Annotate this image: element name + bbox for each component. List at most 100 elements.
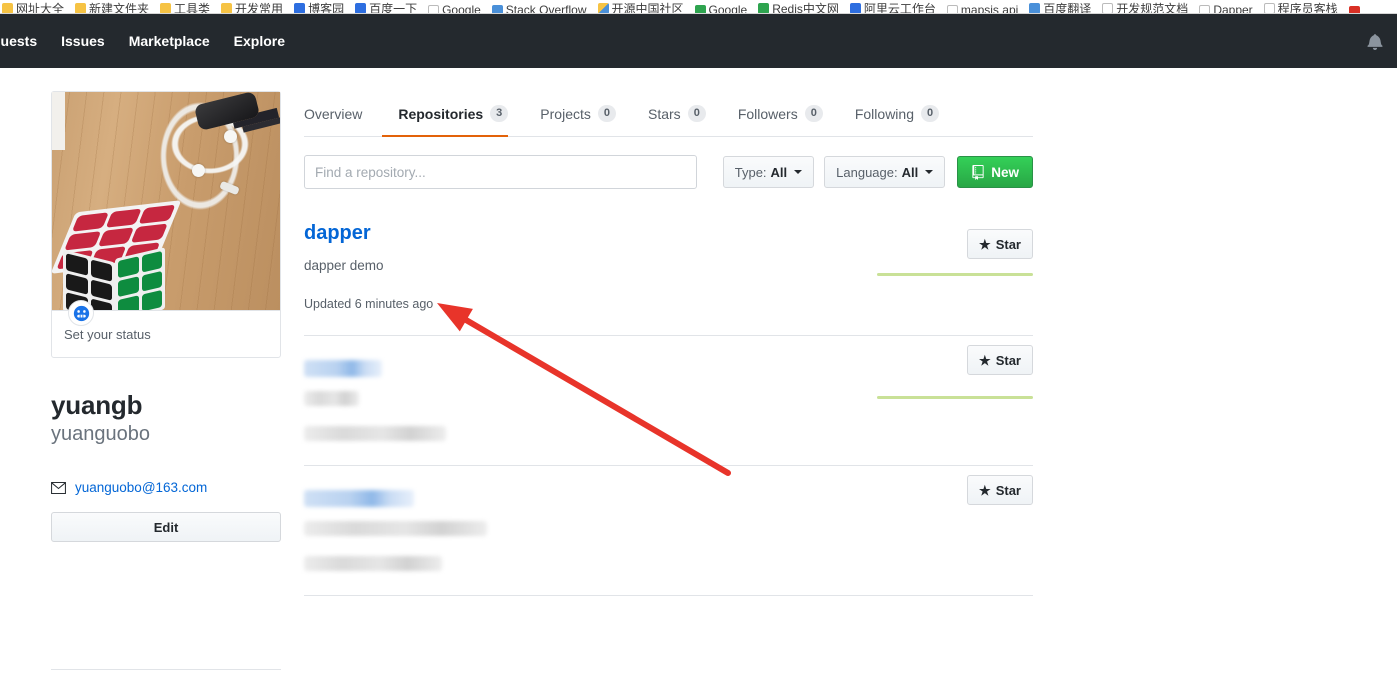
star-icon: ★ bbox=[979, 352, 991, 368]
bookmark-item[interactable] bbox=[1348, 6, 1363, 13]
earbud-shape bbox=[192, 164, 205, 177]
github-header: quests Issues Marketplace Explore bbox=[0, 14, 1397, 68]
tab-label: Stars bbox=[648, 105, 681, 122]
tab-label: Repositories bbox=[398, 105, 484, 122]
bookmark-item[interactable]: 百度一下 bbox=[355, 0, 418, 14]
search-input[interactable] bbox=[304, 155, 697, 189]
nav-explore[interactable]: Explore bbox=[234, 33, 285, 49]
bookmark-label: Stack Overflow bbox=[505, 3, 587, 14]
repo-filter-bar: Type: All Language: All New bbox=[304, 155, 1033, 189]
profile-name: yuangb bbox=[51, 390, 143, 420]
browser-bookmarks-bar[interactable]: 网址大全 新建文件夹 工具类 开发常用 博客园 百度一下 Google Stac… bbox=[0, 0, 1397, 14]
type-filter-value: All bbox=[770, 164, 788, 180]
language-filter-button[interactable]: Language: All bbox=[824, 156, 946, 188]
bookmark-item[interactable]: 网址大全 bbox=[2, 0, 65, 14]
star-button[interactable]: ★ Star bbox=[967, 345, 1033, 375]
bookmark-label: 工具类 bbox=[174, 2, 211, 14]
repository-name-redacted[interactable] bbox=[304, 490, 414, 507]
header-nav: quests Issues Marketplace Explore bbox=[0, 33, 285, 49]
bookmark-item[interactable]: 开源中国社区 bbox=[597, 0, 684, 14]
bookmark-item[interactable]: 阿里云工作台 bbox=[849, 0, 936, 13]
folder-icon bbox=[2, 3, 13, 13]
bookmark-item[interactable]: Stack Overflow bbox=[491, 3, 587, 14]
tab-projects[interactable]: Projects 0 bbox=[524, 105, 632, 136]
repository-name-link[interactable]: dapper bbox=[304, 221, 371, 245]
avatar[interactable] bbox=[52, 92, 280, 310]
tab-counter: 0 bbox=[687, 105, 706, 122]
tab-followers[interactable]: Followers 0 bbox=[722, 105, 839, 136]
bookmark-item[interactable]: Redis中文网 bbox=[758, 0, 839, 13]
cube-right-face bbox=[115, 247, 165, 310]
chevron-down-icon bbox=[925, 170, 934, 174]
bookmark-label: Google bbox=[442, 3, 481, 14]
profile-page: Set your status yuangb yuanguobo yuanguo… bbox=[0, 68, 1397, 680]
site-icon bbox=[294, 3, 306, 13]
chevron-down-icon bbox=[794, 170, 803, 174]
repo-icon bbox=[971, 164, 985, 180]
star-button[interactable]: ★ Star bbox=[967, 475, 1033, 505]
nav-marketplace[interactable]: Marketplace bbox=[129, 33, 210, 49]
site-icon bbox=[1102, 3, 1114, 13]
tab-label: Overview bbox=[304, 106, 363, 122]
site-icon bbox=[355, 3, 367, 13]
bookmark-item[interactable]: Google bbox=[428, 3, 481, 14]
folder-icon bbox=[160, 3, 172, 13]
repository-list: dapper dapper demo Updated 6 minutes ago… bbox=[304, 211, 1033, 596]
profile-email-row: yuanguobo@163.com bbox=[51, 480, 281, 495]
set-status-label: Set your status bbox=[64, 327, 151, 342]
tab-stars[interactable]: Stars 0 bbox=[632, 105, 722, 136]
language-bar bbox=[877, 273, 1033, 276]
bookmark-item[interactable]: 程序员客栈 bbox=[1263, 0, 1338, 13]
bookmark-item[interactable]: 新建文件夹 bbox=[75, 0, 149, 13]
tab-following[interactable]: Following 0 bbox=[839, 105, 955, 136]
site-icon bbox=[758, 3, 770, 13]
tab-repositories[interactable]: Repositories 3 bbox=[382, 105, 524, 137]
profile-email-link[interactable]: yuanguobo@163.com bbox=[75, 480, 207, 495]
bookmark-label: 开源中国社区 bbox=[611, 2, 684, 14]
tab-overview[interactable]: Overview bbox=[304, 106, 378, 136]
type-filter-label: Type: bbox=[734, 164, 767, 180]
type-filter-button[interactable]: Type: All bbox=[722, 156, 815, 188]
rubiks-cube-shape bbox=[52, 200, 182, 310]
tab-label: Followers bbox=[737, 105, 798, 122]
bookmark-label: 开发规范文档 bbox=[1116, 2, 1189, 14]
tab-counter: 0 bbox=[804, 105, 823, 122]
bookmark-label: Dapper bbox=[1213, 3, 1253, 14]
site-icon bbox=[597, 3, 609, 13]
bookmark-item[interactable]: 开发规范文档 bbox=[1102, 0, 1189, 14]
nav-pull-requests[interactable]: quests bbox=[0, 33, 37, 49]
site-icon bbox=[1263, 3, 1275, 13]
repository-name-redacted[interactable] bbox=[304, 360, 382, 377]
bookmark-label: 百度一下 bbox=[369, 2, 418, 14]
bookmark-label: 网址大全 bbox=[16, 2, 65, 14]
new-repository-button[interactable]: New bbox=[957, 156, 1033, 188]
language-bar bbox=[877, 396, 1033, 399]
bookmark-label: 开发常用 bbox=[235, 2, 284, 14]
star-button[interactable]: ★ Star bbox=[967, 229, 1033, 259]
nav-issues[interactable]: Issues bbox=[61, 33, 105, 49]
bookmark-item[interactable]: 开发常用 bbox=[221, 0, 284, 14]
bookmark-label: mapsjs api bbox=[960, 3, 1019, 14]
tab-counter: 0 bbox=[920, 105, 940, 122]
site-icon bbox=[1348, 6, 1360, 13]
edit-profile-button[interactable]: Edit bbox=[51, 512, 281, 542]
bookmark-item[interactable]: 工具类 bbox=[160, 0, 211, 14]
header-right bbox=[1367, 14, 1383, 68]
repository-item: dapper dapper demo Updated 6 minutes ago… bbox=[304, 211, 1033, 336]
repository-item: ★ Star bbox=[304, 336, 1033, 466]
folder-icon bbox=[75, 3, 87, 13]
site-icon bbox=[694, 4, 706, 13]
bookmark-item[interactable]: mapsjs api bbox=[946, 3, 1019, 14]
bell-icon[interactable] bbox=[1367, 33, 1383, 50]
bookmark-item[interactable]: 博客园 bbox=[294, 0, 344, 13]
tab-counter: 3 bbox=[490, 105, 509, 122]
smiley-icon[interactable] bbox=[68, 300, 94, 326]
profile-login: yuanguobo bbox=[51, 423, 150, 445]
bookmark-label: 百度翻译 bbox=[1043, 2, 1092, 14]
bookmark-item[interactable]: Dapper bbox=[1199, 3, 1253, 14]
repository-updated: Updated 6 minutes ago bbox=[304, 297, 434, 311]
site-icon bbox=[849, 3, 861, 13]
star-icon: ★ bbox=[979, 482, 991, 498]
bookmark-item[interactable]: 百度翻译 bbox=[1029, 0, 1092, 14]
bookmark-item[interactable]: Google bbox=[694, 3, 747, 13]
